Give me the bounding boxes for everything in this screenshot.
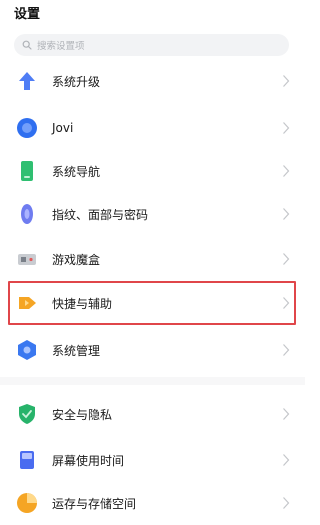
- search-icon: [22, 40, 32, 50]
- settings-item-label: 安全与隐私: [52, 407, 113, 422]
- chevron-right-icon: [283, 297, 290, 309]
- settings-item-navigation[interactable]: 系统导航: [8, 149, 296, 193]
- settings-item-screen-time[interactable]: 屏幕使用时间: [8, 438, 296, 482]
- chevron-right-icon: [283, 75, 290, 87]
- search-placeholder: 搜索设置项: [37, 41, 85, 52]
- settings-item-jovi[interactable]: Jovi: [8, 106, 296, 150]
- settings-item-storage[interactable]: 运存与存储空间: [8, 481, 296, 525]
- chevron-right-icon: [283, 344, 290, 356]
- page-title: 设置: [14, 7, 41, 22]
- settings-item-game-box[interactable]: 游戏魔盒: [8, 237, 296, 281]
- jovi-icon: [17, 118, 37, 138]
- storage-icon: [17, 493, 37, 513]
- chevron-right-icon: [283, 165, 290, 177]
- shortcut-icon: [19, 297, 36, 309]
- settings-item-shortcut-assist[interactable]: 快捷与辅助: [8, 281, 296, 325]
- chevron-right-icon: [283, 122, 290, 134]
- settings-item-system-manage[interactable]: 系统管理: [8, 328, 296, 372]
- settings-item-label: 系统升级: [52, 74, 101, 89]
- settings-item-label: 快捷与辅助: [52, 296, 113, 311]
- chevron-right-icon: [283, 497, 290, 509]
- system-manage-icon: [18, 340, 36, 360]
- chevron-right-icon: [283, 408, 290, 420]
- chevron-right-icon: [283, 253, 290, 265]
- settings-item-label: Jovi: [52, 121, 74, 135]
- settings-item-label: 指纹、面部与密码: [52, 207, 149, 222]
- settings-item-label: 游戏魔盒: [52, 252, 101, 267]
- settings-item-label: 系统管理: [52, 343, 101, 358]
- settings-item-label: 屏幕使用时间: [52, 453, 125, 468]
- chevron-right-icon: [283, 454, 290, 466]
- settings-item-fingerprint[interactable]: 指纹、面部与密码: [8, 192, 296, 236]
- system-update-icon: [19, 72, 35, 90]
- game-box-icon: [18, 254, 36, 265]
- settings-item-label: 系统导航: [52, 164, 101, 179]
- chevron-right-icon: [283, 208, 290, 220]
- settings-item-label: 运存与存储空间: [52, 496, 137, 511]
- settings-item-security[interactable]: 安全与隐私: [8, 392, 296, 436]
- security-icon: [19, 404, 35, 424]
- section-divider: [0, 377, 305, 385]
- navigation-icon: [21, 161, 33, 181]
- screen-time-icon: [20, 451, 34, 469]
- settings-item-system-update[interactable]: 系统升级: [8, 59, 296, 103]
- fingerprint-icon: [21, 204, 33, 224]
- search-input[interactable]: 搜索设置项: [14, 34, 289, 56]
